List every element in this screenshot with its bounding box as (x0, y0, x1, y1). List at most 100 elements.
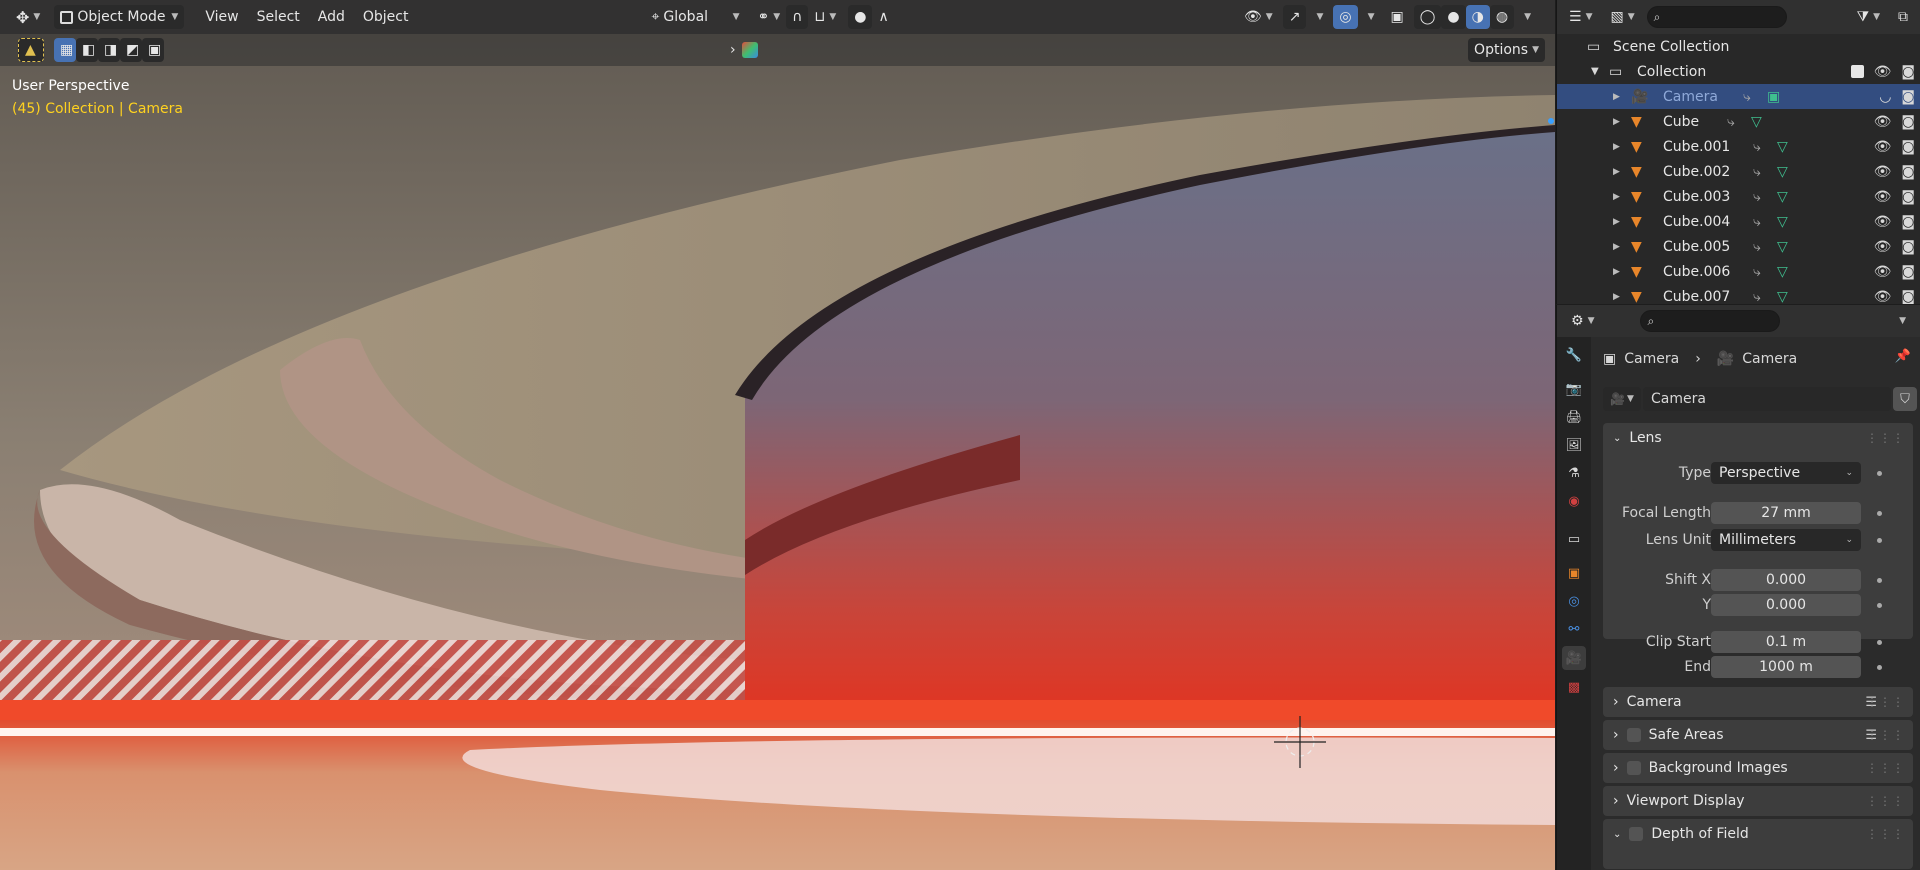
outliner-row-mesh[interactable]: ▶ ▼ Cube ⤷ ▽ 👁 ◙ (1557, 109, 1920, 134)
keyframe-dot[interactable] (1877, 510, 1882, 516)
outliner-row-mesh[interactable]: ▶ ▼ Cube.007 ⤷ ▽ 👁 ◙ (1557, 284, 1920, 305)
select-mode-invert[interactable]: ◩ (120, 38, 142, 62)
tab-output[interactable]: 🖨 (1562, 405, 1586, 429)
mesh-data-icon[interactable]: ▽ (1777, 289, 1788, 305)
datablock-name-field[interactable]: Camera (1643, 387, 1891, 411)
camera-render-icon[interactable]: ◙ (1901, 289, 1915, 305)
gizmo-toggle[interactable]: ↗ (1282, 5, 1307, 29)
tab-object[interactable]: ▣ (1562, 561, 1586, 585)
drag-handle-icon[interactable]: ⋮⋮⋮ (1866, 728, 1905, 742)
clip-start-field[interactable]: 0.1 m (1711, 631, 1861, 653)
select-mode-subtract[interactable]: ◨ (98, 38, 120, 62)
eye-closed-icon[interactable]: ◡ (1879, 89, 1891, 105)
outliner-row-mesh[interactable]: ▶ ▼ Cube.005 ⤷ ▽ 👁 ◙ (1557, 234, 1920, 259)
camera-render-icon[interactable]: ◙ (1901, 189, 1915, 205)
drag-handle-icon[interactable]: ⋮⋮⋮ (1866, 761, 1905, 775)
drag-handle-icon[interactable]: ⋮⋮⋮ (1866, 827, 1905, 841)
viewport-display-panel[interactable]: › Viewport Display ⋮⋮⋮ (1603, 786, 1913, 816)
display-mode-dropdown[interactable]: ▧ ▼ (1604, 5, 1640, 29)
eye-icon[interactable]: 👁 (1874, 164, 1892, 180)
eye-icon[interactable]: 👁 (1874, 139, 1892, 155)
select-tool-button[interactable]: ▲ (18, 38, 44, 62)
depth-of-field-panel-header[interactable]: ⌄ Depth of Field ⋮⋮⋮ (1603, 819, 1913, 849)
outliner-editor-type[interactable]: ☰ ▼ (1563, 5, 1598, 29)
menu-add[interactable]: Add (309, 5, 354, 29)
menu-object[interactable]: Object (354, 5, 418, 29)
camera-render-icon[interactable]: ◙ (1901, 239, 1915, 255)
mode-dropdown[interactable]: Object Mode ▼ (54, 5, 185, 29)
shift-y-field[interactable]: 0.000 (1711, 594, 1861, 616)
expand-arrow-icon[interactable]: ▶ (1613, 142, 1620, 152)
camera-render-icon[interactable]: ◙ (1901, 214, 1915, 230)
viewport-display-panel-header[interactable]: › Viewport Display ⋮⋮⋮ (1603, 786, 1913, 816)
depth-of-field-checkbox[interactable] (1629, 827, 1644, 841)
background-images-panel[interactable]: › Background Images ⋮⋮⋮ (1603, 753, 1913, 783)
pivot-dropdown[interactable]: ⚭ ▼ (751, 5, 786, 29)
eye-icon[interactable]: 👁 (1874, 189, 1892, 205)
keyframe-dot[interactable] (1877, 470, 1882, 476)
tab-tool[interactable]: 🔧 (1562, 343, 1586, 367)
collection-row[interactable]: ▼ ▭ Collection 👁 ◙ (1557, 59, 1920, 84)
properties-editor-type[interactable]: ⚙ ▼ (1565, 309, 1600, 333)
keyframe-dot[interactable] (1877, 664, 1882, 670)
keyframe-dot[interactable] (1877, 639, 1882, 645)
eye-icon[interactable]: 👁 (1874, 214, 1892, 230)
editor-type-button[interactable]: ✥ ▼ (10, 5, 46, 29)
expand-arrow-icon[interactable]: ▶ (1613, 92, 1620, 102)
tab-collection[interactable]: ▭ (1562, 527, 1586, 551)
outliner-row-mesh[interactable]: ▶ ▼ Cube.001 ⤷ ▽ 👁 ◙ (1557, 134, 1920, 159)
menu-view[interactable]: View (196, 5, 247, 29)
drag-handle-icon[interactable]: ⋮⋮⋮ (1866, 431, 1905, 445)
expand-arrow-icon[interactable]: ▶ (1613, 292, 1620, 302)
camera-data-icon[interactable]: ▣ (1767, 89, 1780, 105)
eye-icon[interactable]: 👁 (1874, 114, 1892, 130)
properties-options-dropdown[interactable]: ▼ (1893, 309, 1912, 333)
eye-icon[interactable]: 👁 (1874, 239, 1892, 255)
eye-icon[interactable]: 👁 (1874, 264, 1892, 280)
xray-toggle[interactable]: ▣ (1385, 5, 1410, 29)
outliner-row-mesh[interactable]: ▶ ▼ Cube.006 ⤷ ▽ 👁 ◙ (1557, 259, 1920, 284)
safe-areas-panel[interactable]: › Safe Areas ☰ ⋮⋮⋮ (1603, 720, 1913, 750)
transform-orientation-dropdown[interactable]: ⌖ Global ▼ (645, 5, 745, 29)
shading-rendered[interactable]: ◍ (1489, 5, 1515, 29)
tab-texture[interactable]: ▩ (1562, 675, 1586, 699)
drag-handle-icon[interactable]: ⋮⋮⋮ (1866, 695, 1905, 709)
tab-scene[interactable]: ⚗ (1562, 461, 1586, 485)
pin-icon[interactable]: 📌 (1895, 349, 1911, 364)
camera-render-icon[interactable]: ◙ (1901, 64, 1915, 80)
exclude-checkbox[interactable] (1850, 65, 1864, 78)
tab-constraints[interactable]: ⚯ (1562, 617, 1586, 641)
lens-unit-dropdown[interactable]: Millimeters ⌄ (1711, 529, 1861, 551)
mesh-data-icon[interactable]: ▽ (1777, 239, 1788, 255)
mesh-data-icon[interactable]: ▽ (1751, 114, 1762, 130)
clip-end-field[interactable]: 1000 m (1711, 656, 1861, 678)
tab-render[interactable]: 📷 (1562, 377, 1586, 401)
expand-arrow-icon[interactable]: ▶ (1613, 267, 1620, 277)
camera-render-icon[interactable]: ◙ (1901, 89, 1915, 105)
focal-length-field[interactable]: 27 mm (1711, 502, 1861, 524)
camera-render-icon[interactable]: ◙ (1901, 139, 1915, 155)
tab-view-layer[interactable]: 🖼 (1562, 433, 1586, 457)
depth-of-field-panel[interactable]: ⌄ Depth of Field ⋮⋮⋮ (1603, 819, 1913, 869)
select-mode-extend[interactable]: ◧ (76, 38, 98, 62)
scene-collection-row[interactable]: ▭ Scene Collection (1557, 34, 1920, 59)
keyframe-dot[interactable] (1877, 602, 1882, 608)
mesh-data-icon[interactable]: ▽ (1777, 189, 1788, 205)
select-mode-new[interactable]: ▦ (54, 38, 76, 62)
gizmo-dropdown[interactable]: ▼ (1310, 5, 1329, 29)
menu-select[interactable]: Select (248, 5, 309, 29)
safe-areas-checkbox[interactable] (1626, 728, 1641, 742)
camera-render-icon[interactable]: ◙ (1901, 264, 1915, 280)
filter-dropdown[interactable]: ⧩ ▼ (1851, 5, 1886, 29)
3d-viewport[interactable]: ✥ ▼ Object Mode ▼ View Select Add Object … (0, 0, 1555, 870)
shading-material[interactable]: ◑ (1465, 5, 1490, 29)
expand-arrow-icon[interactable]: ▶ (1613, 217, 1620, 227)
select-mode-intersect[interactable]: ▣ (142, 38, 164, 62)
background-images-checkbox[interactable] (1626, 761, 1641, 775)
eye-icon[interactable]: 👁 (1874, 289, 1892, 305)
mesh-data-icon[interactable]: ▽ (1777, 164, 1788, 180)
outliner-row-camera[interactable]: ▶ 🎥 Camera ⤷ ▣ ◡ ◙ (1557, 84, 1920, 109)
background-images-panel-header[interactable]: › Background Images ⋮⋮⋮ (1603, 753, 1913, 783)
snap-toggle[interactable]: ∩ (786, 5, 809, 29)
outliner-row-mesh[interactable]: ▶ ▼ Cube.004 ⤷ ▽ 👁 ◙ (1557, 209, 1920, 234)
